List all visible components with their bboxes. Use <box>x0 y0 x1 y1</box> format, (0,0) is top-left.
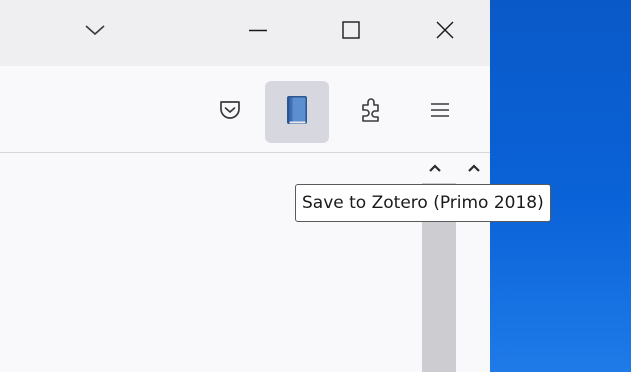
hamburger-menu-icon <box>429 101 451 123</box>
zotero-connector-button[interactable] <box>265 81 329 143</box>
puzzle-piece-icon <box>359 97 383 127</box>
title-bar <box>0 0 490 66</box>
navigation-toolbar <box>0 66 490 153</box>
maximize-icon <box>341 20 361 40</box>
close-icon <box>435 20 455 40</box>
app-menu-button[interactable] <box>408 81 472 143</box>
minimize-button[interactable] <box>238 10 278 50</box>
scroll-up-icon[interactable] <box>427 161 443 175</box>
zotero-book-icon <box>286 95 308 129</box>
list-all-tabs-button[interactable] <box>75 10 115 50</box>
close-button[interactable] <box>425 10 465 50</box>
extensions-button[interactable] <box>339 81 403 143</box>
maximize-button[interactable] <box>331 10 371 50</box>
pocket-button[interactable] <box>198 81 262 143</box>
minimize-icon <box>248 20 268 40</box>
pocket-icon <box>219 100 241 124</box>
zotero-save-tooltip: Save to Zotero (Primo 2018) <box>295 184 551 222</box>
chevron-down-icon <box>84 23 106 37</box>
scroll-up-icon[interactable] <box>466 161 482 175</box>
